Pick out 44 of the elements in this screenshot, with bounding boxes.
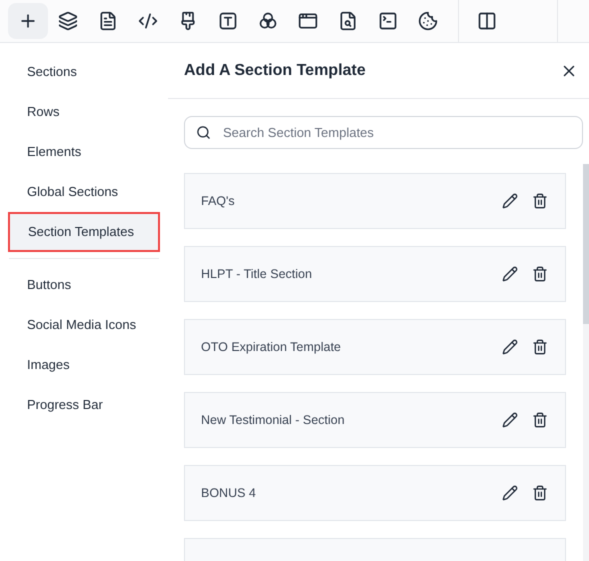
sidebar-item[interactable]: Global Sections bbox=[9, 172, 159, 212]
terminal-icon bbox=[378, 11, 398, 31]
document-icon bbox=[98, 11, 118, 31]
sidebar-item[interactable]: Social Media Icons bbox=[9, 305, 159, 345]
template-name: OTO Expiration Template bbox=[201, 338, 341, 356]
template-card[interactable]: FAQ's bbox=[184, 173, 566, 229]
edit-icon[interactable] bbox=[502, 412, 518, 428]
trash-icon[interactable] bbox=[532, 412, 548, 428]
edit-icon[interactable] bbox=[502, 485, 518, 501]
text-icon bbox=[218, 11, 238, 31]
sidebar-item[interactable]: Elements bbox=[9, 132, 159, 172]
columns-icon bbox=[477, 11, 497, 31]
template-card[interactable]: OTO Expiration Template bbox=[184, 319, 566, 375]
toolbar-button[interactable] bbox=[8, 3, 48, 39]
template-name: New Testimonial - Section bbox=[201, 412, 345, 429]
search-icon bbox=[196, 125, 211, 140]
sidebar-item[interactable]: Section Templates bbox=[8, 212, 160, 252]
template-name: HLPT - Title Section bbox=[201, 266, 312, 283]
edit-icon[interactable] bbox=[502, 339, 518, 355]
document-search-icon bbox=[338, 11, 358, 31]
edit-icon[interactable] bbox=[502, 266, 518, 282]
scrollbar-thumb[interactable] bbox=[583, 164, 589, 324]
sidebar-item[interactable]: Sections bbox=[9, 52, 159, 92]
edit-icon[interactable] bbox=[502, 193, 518, 209]
circles-icon bbox=[258, 11, 278, 31]
trash-icon[interactable] bbox=[532, 266, 548, 282]
trash-icon[interactable] bbox=[532, 485, 548, 501]
window-icon bbox=[298, 11, 318, 31]
trash-icon[interactable] bbox=[532, 193, 548, 209]
template-card[interactable]: HLPT - Title Section bbox=[184, 246, 566, 302]
code-icon bbox=[138, 11, 158, 31]
trash-icon[interactable] bbox=[532, 339, 548, 355]
sidebar-item[interactable]: Rows bbox=[9, 92, 159, 132]
template-name: BONUS 4 bbox=[201, 484, 256, 502]
search-field[interactable]: Search Section Templates bbox=[184, 116, 583, 149]
sidebar-item[interactable]: Images bbox=[9, 345, 159, 385]
template-card[interactable]: New Testimonial - Section bbox=[184, 392, 566, 448]
panel-title: Add A Section Template bbox=[184, 60, 366, 80]
sidebar-item[interactable]: Buttons bbox=[9, 265, 159, 305]
sidebar-item[interactable]: Progress Bar bbox=[9, 385, 159, 425]
template-name: FAQ's bbox=[201, 192, 235, 210]
layers-icon bbox=[58, 11, 78, 31]
template-card[interactable]: BONUS 4 bbox=[184, 465, 566, 521]
cookie-icon bbox=[418, 11, 438, 31]
